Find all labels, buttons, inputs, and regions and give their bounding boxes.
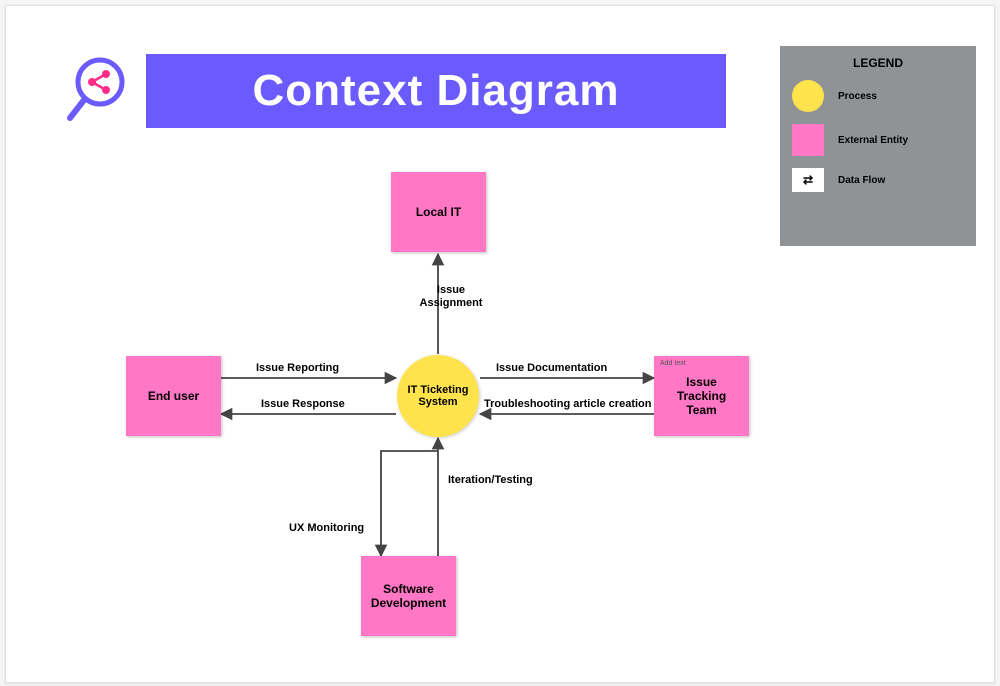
entity-end-user[interactable]: End user [126,356,221,436]
legend-process-row: Process [792,80,964,112]
entity-label: Local IT [416,205,461,219]
flow-issue-documentation: Issue Documentation [496,362,607,374]
legend-entity-row: External Entity [792,124,964,156]
flow-issue-response: Issue Response [261,398,345,410]
legend-process-label: Process [838,91,877,102]
entity-label: End user [148,389,199,403]
legend-flow-row: ⇄ Data Flow [792,168,964,192]
flow-iteration-testing: Iteration/Testing [448,474,533,486]
legend-heading: LEGEND [792,56,964,70]
flow-issue-reporting: Issue Reporting [256,362,339,374]
flow-troubleshooting: Troubleshooting article creation [484,398,651,410]
page-title: Context Diagram [146,54,726,128]
legend-flow-label: Data Flow [838,175,885,186]
flow-issue-assignment: Issue Assignment [416,284,486,310]
diagram-canvas: Context Diagram LEGEND Process External … [5,5,995,683]
process-it-ticketing[interactable]: IT Ticketing System [397,355,479,437]
search-share-icon [64,52,136,137]
entity-label: Issue Tracking Team [660,375,743,417]
entity-local-it[interactable]: Local IT [391,172,486,252]
entity-software-dev[interactable]: Software Development [361,556,456,636]
process-label: IT Ticketing System [397,384,479,408]
legend-panel: LEGEND Process External Entity ⇄ Data Fl… [780,46,976,246]
square-icon [792,124,824,156]
flow-ux-monitoring: UX Monitoring [289,522,364,534]
entity-note: Add text [660,360,686,367]
entity-label: Software Development [367,582,450,610]
circle-icon [792,80,824,112]
legend-entity-label: External Entity [838,135,908,146]
arrows-icon: ⇄ [792,168,824,192]
flow-text: Issue Assignment [420,284,483,309]
entity-issue-tracking[interactable]: Add text Issue Tracking Team [654,356,749,436]
